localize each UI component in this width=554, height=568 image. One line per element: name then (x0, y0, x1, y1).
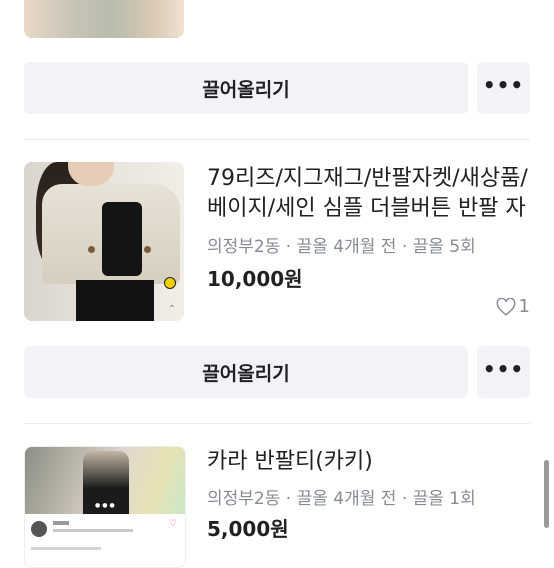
listing-thumbnail[interactable] (24, 0, 184, 38)
listing-price: 10,000원 (207, 267, 303, 291)
scrollbar[interactable] (544, 460, 549, 528)
divider (24, 423, 530, 424)
divider (24, 139, 530, 140)
listing-price: 5,000원 (207, 517, 289, 541)
pull-up-label: 끌어올리기 (202, 362, 290, 385)
like-count: 1 (496, 296, 530, 317)
more-options-button[interactable]: ••• (477, 346, 530, 398)
sticker-icon (164, 277, 176, 289)
more-icon: ••• (482, 73, 525, 97)
expand-icon: ⌃ (167, 304, 176, 315)
like-count-value: 1 (518, 296, 530, 317)
pull-up-button[interactable]: 끌어올리기 (24, 62, 468, 114)
listing-meta: 의정부2동 · 끌올 4개월 전 · 끌올 5회 (207, 237, 476, 257)
listing-title[interactable]: 카라 반팔티(카키) (207, 447, 542, 477)
pull-up-label: 끌어올리기 (202, 78, 290, 101)
more-icon: ••• (482, 357, 525, 381)
pull-up-button[interactable]: 끌어올리기 (24, 346, 468, 398)
more-options-button[interactable]: ••• (477, 62, 530, 114)
listing-title[interactable]: 79리즈/지그재그/반팔자켓/새상품/베이지/세인 심플 더블버튼 반팔 자 (207, 164, 542, 224)
listing-meta: 의정부2동 · 끌올 4개월 전 · 끌올 1회 (207, 489, 476, 509)
heart-icon (496, 297, 515, 316)
listing-thumbnail[interactable]: ⌃ (24, 162, 184, 321)
listing-thumbnail[interactable]: ●●● ♡ (24, 446, 186, 568)
